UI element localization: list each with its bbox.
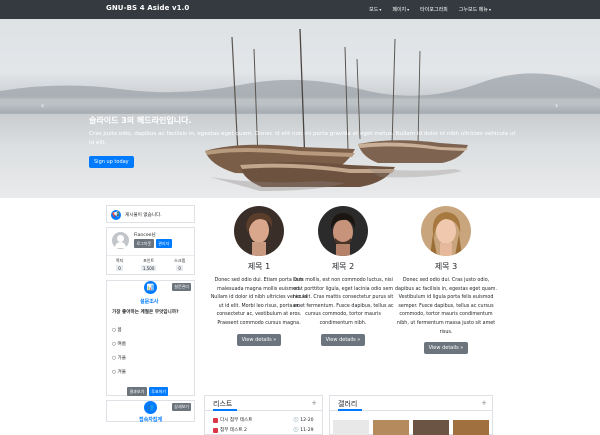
stat-point[interactable]: 포인트 1,500 — [140, 258, 157, 271]
carousel-next-icon[interactable]: › — [555, 101, 558, 110]
stat-scrap[interactable]: 스크랩 0 — [174, 258, 185, 271]
navbar: GNU-BS 4 Aside v1.0 보드▾ 페이지▾ 타이포그라피 그누보드… — [0, 0, 600, 19]
poll-buttons: 결과보기 투표하기 — [127, 387, 169, 396]
list-panel: 리스트 + 다시 첨부 테스트 🕓 12-20 첨부 테스트 2 🕓 11-29 — [204, 395, 323, 435]
hero-carousel: ‹ › 슬라이드 3의 헤드라인입니다. Cras justo odio, da… — [0, 19, 600, 198]
feature-2: 제목 2 Duis mollis, est non commodo luctus… — [283, 206, 403, 346]
sidebar: 📢 게시물이 없습니다. Fiancee님 로그아웃 관리자 쪽지 0 포인트 1,… — [106, 205, 195, 423]
list-item[interactable]: 첨부 테스트 2 🕓 11-29 — [213, 427, 314, 433]
poll-option[interactable]: 가을 — [112, 355, 125, 361]
poll-option[interactable]: 여름 — [112, 341, 125, 347]
nav-item-board[interactable]: 보드▾ — [369, 6, 381, 13]
member-stats: 쪽지 0 포인트 1,500 스크랩 0 — [107, 255, 194, 271]
feature-text-3: Donec sed odio dui. Cras justo odio, dap… — [395, 278, 497, 335]
gallery-thumb[interactable] — [373, 420, 409, 435]
view-details-button-1[interactable]: View details » — [236, 333, 282, 346]
visit-detail-button[interactable]: 상세보기 — [172, 403, 191, 411]
gallery-thumb[interactable] — [333, 420, 369, 435]
chevron-down-icon: ▾ — [379, 7, 382, 12]
gallery-thumb[interactable] — [413, 420, 449, 435]
bar-chart-icon: 📊 — [144, 281, 157, 294]
plus-icon[interactable]: + — [311, 399, 317, 407]
nav-item-typography[interactable]: 타이포그라피 — [420, 6, 448, 13]
gallery-panel: 갤러리 + — [329, 395, 493, 435]
feature-text-2: Duis mollis, est non commodo luctus, nis… — [292, 278, 394, 326]
poll-result-button[interactable]: 결과보기 — [127, 387, 147, 396]
member-buttons: 로그아웃 관리자 — [134, 239, 172, 248]
list-item[interactable]: 다시 첨부 테스트 🕓 12-20 — [213, 417, 314, 423]
poll-option[interactable]: 봄 — [112, 327, 121, 333]
feature-3: 제목 3 Donec sed odio dui. Cras justo odio… — [386, 206, 506, 355]
poll-option[interactable]: 겨울 — [112, 369, 125, 375]
poll-vote-button[interactable]: 투표하기 — [148, 387, 169, 396]
gallery-panel-header: 갤러리 + — [330, 396, 492, 411]
chevron-down-icon: ▾ — [488, 7, 491, 12]
new-badge-icon — [213, 417, 218, 423]
list-item-time: 🕓 11-29 — [293, 427, 314, 433]
new-badge-icon — [213, 427, 218, 433]
feature-photo-1 — [234, 206, 284, 256]
logout-button[interactable]: 로그아웃 — [134, 239, 154, 248]
gallery-panel-underline — [338, 409, 362, 411]
hero-boats-image — [0, 28, 600, 191]
chevron-down-icon: ▾ — [407, 7, 410, 12]
poll-question: 가장 좋아하는 계절은 무엇입니까? — [112, 310, 179, 315]
visit-title: 접속자집계 — [139, 417, 163, 423]
visit-widget: 👥 상세보기 접속자집계 — [106, 400, 195, 423]
feature-photo-3 — [421, 206, 471, 256]
view-details-button-3[interactable]: View details » — [423, 342, 469, 355]
list-panel-header: 리스트 + — [205, 396, 322, 411]
feature-title-2: 제목 2 — [331, 262, 355, 271]
hero-title: 슬라이드 3의 헤드라인입니다. — [89, 116, 192, 125]
list-item-time: 🕓 12-20 — [293, 417, 314, 423]
list-panel-title: 리스트 — [213, 400, 233, 408]
poll-widget: 📊 설문관리 설문조사 가장 좋아하는 계절은 무엇입니까? 봄 여름 가을 겨… — [106, 280, 195, 396]
megaphone-icon: 📢 — [111, 210, 121, 220]
hero-text: Cras justo odio, dapibus ac facilisis in… — [89, 131, 516, 146]
brand-logo[interactable]: GNU-BS 4 Aside v1.0 — [106, 4, 189, 12]
signup-button[interactable]: Sign up today — [89, 156, 134, 168]
gallery-thumb[interactable] — [453, 420, 489, 435]
hero-caption: 슬라이드 3의 헤드라인입니다. Cras justo odio, dapibu… — [89, 115, 519, 148]
notice-widget: 📢 게시물이 없습니다. — [106, 205, 195, 223]
users-icon: 👥 — [144, 401, 157, 414]
gallery-panel-title: 갤러리 — [338, 400, 358, 408]
poll-title: 설문조사 — [140, 299, 159, 305]
feature-title-3: 제목 3 — [434, 262, 458, 271]
feature-photo-2 — [318, 206, 368, 256]
plus-icon[interactable]: + — [481, 399, 487, 407]
carousel-prev-icon[interactable]: ‹ — [41, 101, 44, 110]
nav-item-page[interactable]: 페이지▾ — [392, 6, 409, 13]
notice-text: 게시물이 없습니다. — [125, 213, 162, 218]
member-name: Fiancee님 — [134, 233, 156, 238]
admin-button[interactable]: 관리자 — [155, 239, 172, 248]
stat-memo[interactable]: 쪽지 0 — [116, 258, 123, 271]
nav-item-gnuboard-menu[interactable]: 그누보드 메뉴▾ — [459, 6, 491, 13]
nav-menu: 보드▾ 페이지▾ 타이포그라피 그누보드 메뉴▾ — [358, 6, 491, 13]
list-panel-underline — [213, 409, 237, 411]
avatar[interactable] — [112, 232, 129, 249]
view-details-button-2[interactable]: View details » — [320, 333, 366, 346]
poll-admin-button[interactable]: 설문관리 — [172, 283, 191, 291]
member-widget: Fiancee님 로그아웃 관리자 쪽지 0 포인트 1,500 스크랩 0 — [106, 227, 195, 275]
